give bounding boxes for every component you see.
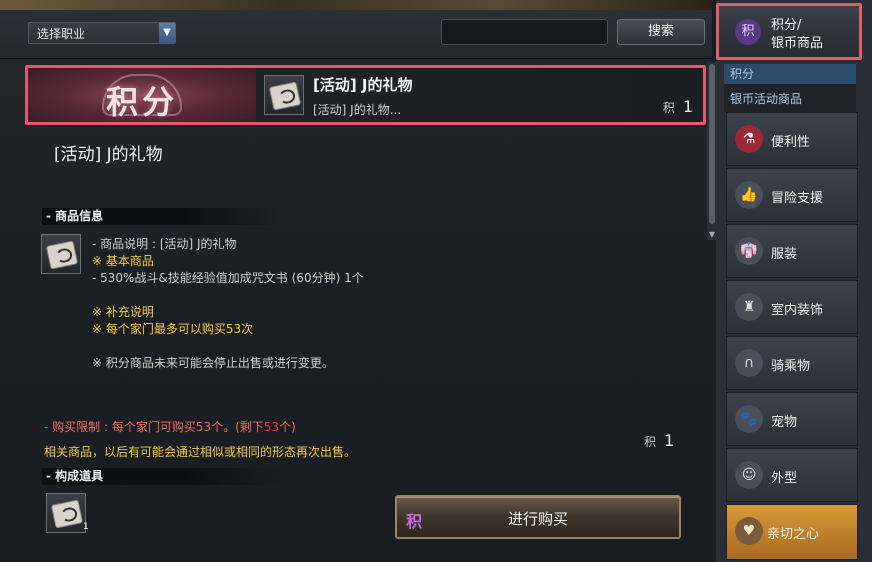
item-price-value: 1 <box>682 97 693 116</box>
category-label: 服装 <box>771 247 798 262</box>
info-desc: - 商品说明 : [活动] J的礼物 <box>92 237 237 251</box>
category-label: 宠物 <box>771 415 798 430</box>
info-limit: ※ 每个家门最多可以购买53次 <box>92 322 254 336</box>
potion-icon: ⚗ <box>735 125 763 153</box>
clothes-icon: 👘 <box>735 237 763 265</box>
item-scroll-icon <box>264 75 304 115</box>
buy-button-label: 进行购买 <box>507 510 568 528</box>
category-mounts[interactable]: ∩ 骑乘物 <box>726 336 858 390</box>
points-currency-icon: 积 <box>662 101 675 115</box>
detail-title: [活动] J的礼物 <box>54 145 163 165</box>
selected-item-card[interactable]: 积分 [活动] J的礼物 [活动] J的礼物... 积1 <box>25 65 706 125</box>
chevron-down-icon[interactable]: ▼ <box>159 23 175 43</box>
points-icon: 积 <box>735 19 761 45</box>
category-interior[interactable]: ♜ 室内装饰 <box>726 280 858 334</box>
banner-label: 积分 <box>105 83 178 121</box>
points-currency-icon: 积 <box>644 435 657 449</box>
component-quantity: 1 <box>83 522 89 532</box>
horseshoe-icon: ∩ <box>735 349 763 377</box>
purchase-limit-remaining: 53 <box>263 420 280 434</box>
category-adventure-support[interactable]: 👍 冒险支援 <box>726 168 858 222</box>
points-silver-shop-label: 积分/ 银币商品 <box>771 17 823 53</box>
points-banner: 积分 <box>28 68 256 122</box>
category-kindness[interactable]: ♥ 亲切之心 <box>726 504 858 560</box>
shop-main-panel: 选择职业 ▼ 搜索 积分 [活动] J的礼物 [活动] J的礼物... 积1 [… <box>0 10 712 562</box>
search-input[interactable] <box>441 19 608 45</box>
item-short-desc: [活动] J的礼物... <box>313 103 402 117</box>
toolbar: 选择职业 ▼ 搜索 <box>0 10 712 59</box>
info-basic: ※ 基本商品 <box>92 254 154 268</box>
appearance-icon: ☺ <box>735 461 763 489</box>
search-button[interactable]: 搜索 <box>617 19 705 45</box>
scrollbar-thumb[interactable] <box>709 64 715 224</box>
info-content: - 530%战斗&技能经验值加成咒文书 (60分钟) 1个 <box>92 271 364 285</box>
info-section-header: - 商品信息 <box>42 208 282 225</box>
top-decor-strip <box>0 0 712 10</box>
category-convenience[interactable]: ⚗ 便利性 <box>726 112 858 166</box>
category-label: 冒险支援 <box>771 191 824 206</box>
category-label: 室内装饰 <box>771 303 824 318</box>
thumbs-up-icon: 👍 <box>735 181 763 209</box>
detail-price-value: 1 <box>664 431 675 450</box>
job-select-value: 选择职业 <box>37 27 86 41</box>
detail-scroll-icon <box>41 234 81 274</box>
purchase-limit: - 购买限制 : 每个家门可购买53个。(剩下53个) <box>44 418 296 435</box>
category-clothes[interactable]: 👘 服装 <box>726 224 858 278</box>
purchase-limit-prefix: - 购买限制 : 每个家门可购买53个。(剩下 <box>44 420 264 434</box>
purchase-limit-suffix: 个) <box>279 420 296 434</box>
component-scroll-icon[interactable] <box>46 493 86 533</box>
paw-icon: 🐾 <box>735 405 763 433</box>
info-extra: ※ 补充说明 <box>92 305 154 319</box>
detail-price: 积1 <box>644 431 674 450</box>
points-silver-shop-tab[interactable]: 积 积分/ 银币商品 <box>716 3 862 60</box>
components-section-header: - 构成道具 <box>42 468 282 485</box>
subcategory-tree: 积分 银币活动商品 <box>724 64 856 112</box>
category-pets[interactable]: 🐾 宠物 <box>726 392 858 446</box>
points-silver-shop-label-line2: 银币商品 <box>771 36 824 51</box>
category-label: 骑乘物 <box>771 359 811 374</box>
tree-item-points[interactable]: 积分 <box>724 64 856 84</box>
chair-icon: ♜ <box>735 293 763 321</box>
resale-note: 相关商品，以后有可能会通过相似或相同的形态再次出售。 <box>44 445 357 459</box>
item-name: [活动] J的礼物 <box>313 76 413 94</box>
category-label: 外型 <box>771 471 798 486</box>
tree-item-silver-event[interactable]: 银币活动商品 <box>730 90 802 107</box>
category-label: 便利性 <box>771 135 811 150</box>
buy-button[interactable]: 积 进行购买 <box>395 495 681 539</box>
info-notice: ※ 积分商品未来可能会停止出售或进行变更。 <box>92 356 334 370</box>
heart-icon: ♥ <box>735 517 763 545</box>
item-price: 积1 <box>663 97 693 116</box>
points-silver-shop-label-line1: 积分/ <box>771 18 802 33</box>
category-sidebar: 积 积分/ 银币商品 积分 银币活动商品 ⚗ 便利性 👍 冒险支援 👘 服装 ♜… <box>716 0 872 562</box>
category-appearance[interactable]: ☺ 外型 <box>726 448 858 502</box>
job-select[interactable]: 选择职业 ▼ <box>28 22 176 44</box>
category-label: 亲切之心 <box>767 527 820 542</box>
